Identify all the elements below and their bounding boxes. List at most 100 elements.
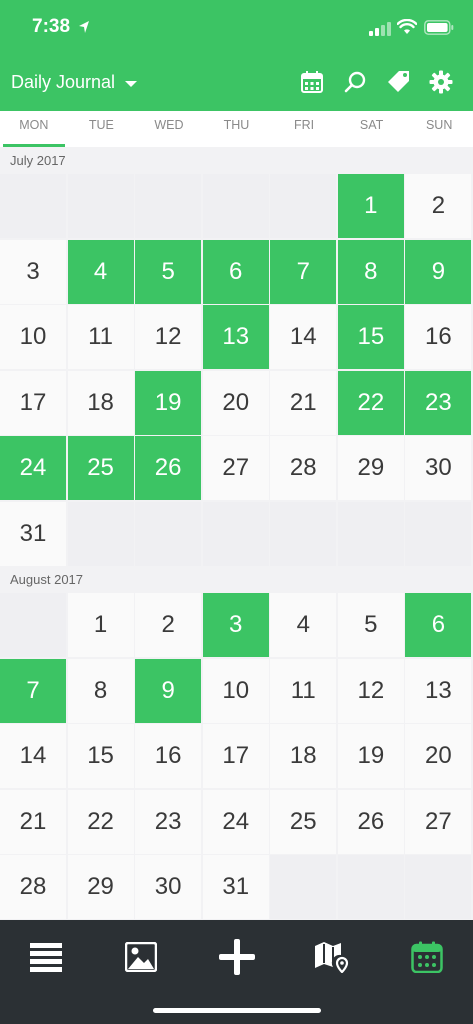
day-cell[interactable]: 6 [405, 593, 472, 657]
empty-cell [202, 174, 269, 238]
weekday-tue: TUE [88, 118, 114, 132]
day-cell[interactable]: 16 [405, 305, 472, 370]
day-cell[interactable]: 21 [0, 789, 66, 854]
day-cell[interactable]: 11 [270, 658, 337, 723]
day-cell[interactable]: 20 [202, 370, 269, 435]
month-label-august: August 2017 [10, 572, 84, 587]
day-cell[interactable]: 10 [0, 305, 66, 370]
journal-title[interactable]: Daily Journal [11, 72, 115, 93]
day-cell[interactable]: 4 [67, 239, 134, 304]
empty-cell [67, 502, 134, 566]
settings-button[interactable] [427, 68, 455, 96]
search-icon [344, 71, 366, 93]
day-cell[interactable]: 28 [270, 436, 337, 501]
day-cell[interactable]: 29 [67, 855, 134, 920]
weekday-sun: SUN [425, 118, 453, 132]
home-indicator [153, 1008, 321, 1013]
empty-cell [405, 502, 472, 566]
day-cell[interactable]: 23 [405, 370, 472, 435]
app-screen: 7:38 Daily Journal MON TUE WED THU FRI S… [0, 0, 473, 1024]
day-cell[interactable]: 9 [135, 658, 202, 723]
day-cell[interactable]: 12 [337, 658, 404, 723]
photos-icon [125, 942, 157, 972]
search-button[interactable] [341, 68, 369, 96]
day-cell[interactable]: 15 [67, 724, 134, 789]
day-cell[interactable]: 7 [0, 658, 66, 723]
month-grid-august: 1 2 3 4 5 6 7 8 9 10 11 12 13 14 15 16 17 18 19 20 21 22 23 24 2… [0, 593, 473, 921]
day-cell[interactable]: 8 [337, 239, 404, 304]
day-cell[interactable]: 4 [270, 593, 337, 657]
day-cell[interactable]: 20 [405, 724, 472, 789]
day-cell[interactable]: 31 [0, 502, 66, 566]
day-cell[interactable]: 11 [67, 305, 134, 370]
day-cell[interactable]: 3 [202, 593, 269, 657]
day-cell[interactable]: 21 [270, 370, 337, 435]
empty-cell [135, 174, 202, 238]
weekday-sat: SAT [359, 118, 384, 132]
tags-button[interactable] [385, 68, 413, 96]
day-cell[interactable]: 16 [135, 724, 202, 789]
tab-calendar[interactable] [402, 934, 452, 980]
day-cell[interactable]: 8 [67, 658, 134, 723]
day-cell[interactable]: 30 [135, 855, 202, 920]
tab-list[interactable] [21, 934, 71, 980]
weekday-mon: MON [0, 111, 68, 147]
empty-cell [270, 174, 337, 238]
day-cell[interactable]: 23 [135, 789, 202, 854]
day-cell[interactable]: 7 [270, 239, 337, 304]
day-cell[interactable]: 14 [270, 305, 337, 370]
day-cell[interactable]: 2 [135, 593, 202, 657]
weekday-fri: FRI [293, 118, 315, 132]
day-cell[interactable]: 17 [0, 370, 66, 435]
day-cell[interactable]: 13 [202, 305, 269, 370]
day-cell[interactable]: 26 [337, 789, 404, 854]
day-cell[interactable]: 25 [67, 436, 134, 501]
weekday-thu: THU [223, 118, 250, 132]
month-grid-july: 1 2 3 4 5 6 7 8 9 10 11 12 13 14 15 16 17 18 19 20 21 22 23 24 2… [0, 174, 473, 568]
tab-photos[interactable] [116, 934, 166, 980]
day-cell[interactable]: 27 [202, 436, 269, 501]
day-cell[interactable]: 13 [405, 658, 472, 723]
day-cell[interactable]: 12 [135, 305, 202, 370]
day-cell[interactable]: 19 [135, 370, 202, 435]
list-icon [30, 943, 62, 972]
day-cell[interactable]: 10 [202, 658, 269, 723]
day-cell[interactable]: 22 [67, 789, 134, 854]
calendar-icon [411, 941, 443, 973]
month-label-july: July 2017 [10, 153, 66, 168]
day-cell[interactable]: 2 [405, 174, 472, 238]
day-cell[interactable]: 3 [0, 239, 66, 304]
day-cell[interactable]: 28 [0, 855, 66, 920]
day-cell[interactable]: 27 [405, 789, 472, 854]
calendar-view-button[interactable] [298, 68, 326, 96]
empty-cell [270, 502, 337, 566]
day-cell[interactable]: 22 [337, 370, 404, 435]
day-cell[interactable]: 1 [67, 593, 134, 657]
day-cell[interactable]: 29 [337, 436, 404, 501]
gear-icon [429, 70, 453, 94]
day-cell[interactable]: 24 [0, 436, 66, 501]
day-cell[interactable]: 26 [135, 436, 202, 501]
day-cell[interactable]: 6 [202, 239, 269, 304]
day-cell[interactable]: 24 [202, 789, 269, 854]
tag-icon [388, 71, 409, 92]
day-cell[interactable]: 14 [0, 724, 66, 789]
day-cell[interactable]: 18 [67, 370, 134, 435]
day-cell[interactable]: 9 [405, 239, 472, 304]
calendar-icon [301, 71, 323, 93]
day-cell[interactable]: 25 [270, 789, 337, 854]
empty-cell [0, 593, 66, 657]
day-cell[interactable]: 17 [202, 724, 269, 789]
day-cell[interactable]: 30 [405, 436, 472, 501]
day-cell[interactable]: 5 [337, 593, 404, 657]
day-cell[interactable]: 1 [337, 174, 404, 238]
day-cell[interactable]: 18 [270, 724, 337, 789]
day-cell[interactable]: 15 [337, 305, 404, 370]
day-cell[interactable]: 31 [202, 855, 269, 920]
tab-add-entry[interactable] [212, 934, 262, 980]
day-cell[interactable]: 5 [135, 239, 202, 304]
day-cell[interactable]: 19 [337, 724, 404, 789]
tab-map[interactable] [307, 934, 357, 980]
chevron-down-icon[interactable] [124, 80, 138, 88]
status-time: 7:38 [32, 16, 71, 37]
